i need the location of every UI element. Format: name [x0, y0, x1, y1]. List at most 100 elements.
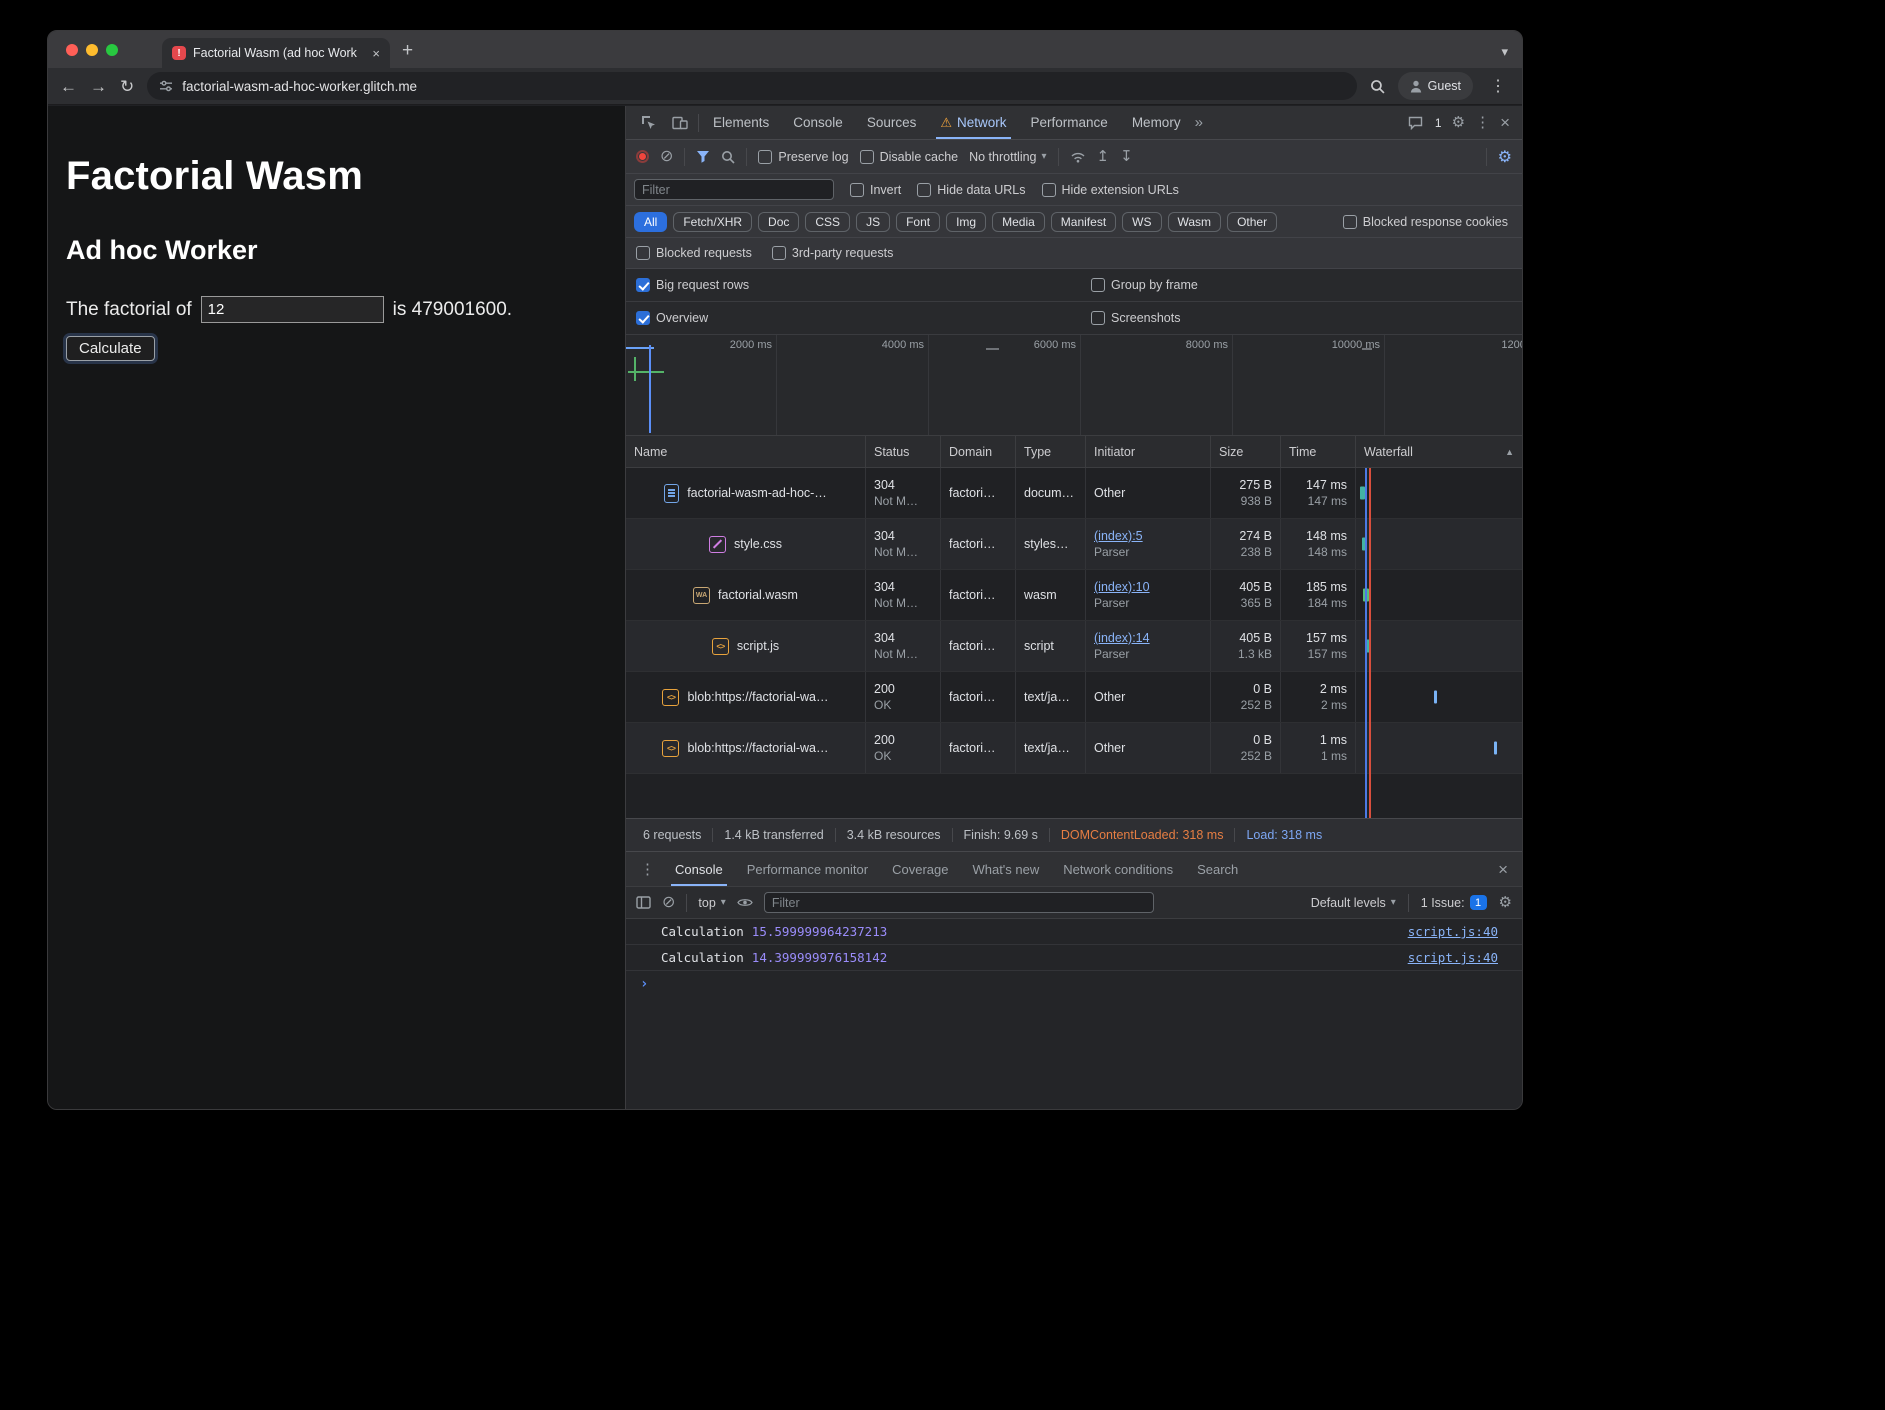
record-button[interactable]	[636, 150, 649, 163]
filter-chip[interactable]: CSS	[805, 212, 850, 232]
url-text[interactable]: factorial-wasm-ad-hoc-worker.glitch.me	[182, 79, 417, 94]
log-levels-dropdown[interactable]: Default levels ▾	[1311, 896, 1396, 910]
column-header-waterfall[interactable]: Waterfall ▲	[1356, 436, 1522, 467]
blocked-response-cookies-checkbox[interactable]: Blocked response cookies	[1343, 215, 1514, 229]
drawer-close-icon[interactable]: ×	[1498, 861, 1516, 878]
browser-menu-icon[interactable]: ⋮	[1486, 76, 1510, 96]
clear-console-icon[interactable]: ⊘	[662, 895, 675, 911]
initiator-link[interactable]: (index):14	[1094, 631, 1202, 645]
network-filter-input[interactable]	[634, 179, 834, 200]
factorial-input[interactable]	[201, 296, 384, 323]
column-header-time[interactable]: Time	[1281, 436, 1356, 467]
console-sidebar-icon[interactable]	[636, 896, 651, 909]
filter-chip[interactable]: Manifest	[1051, 212, 1116, 232]
inspect-element-icon[interactable]	[634, 110, 662, 136]
zoom-icon[interactable]	[1370, 79, 1385, 94]
drawer-menu-icon[interactable]: ⋮	[632, 862, 663, 877]
table-row[interactable]: factorial-wasm-ad-hoc-… 304 Not M… facto…	[626, 468, 1522, 519]
column-header-type[interactable]: Type	[1016, 436, 1086, 467]
network-conditions-icon[interactable]	[1070, 151, 1086, 163]
filter-chip[interactable]: Doc	[758, 212, 799, 232]
search-icon[interactable]	[721, 150, 735, 164]
screenshots-checkbox[interactable]: Screenshots	[1091, 311, 1180, 325]
table-row[interactable]: blob:https://factorial-wa… 200 OK factor…	[626, 672, 1522, 723]
console-filter-input[interactable]	[764, 892, 1154, 913]
filter-chip[interactable]: JS	[856, 212, 890, 232]
invert-checkbox[interactable]: Invert	[850, 183, 901, 197]
clear-network-log-icon[interactable]: ⊘	[660, 149, 673, 165]
browser-tab[interactable]: ! Factorial Wasm (ad hoc Work ×	[162, 38, 390, 68]
filter-chip[interactable]: Fetch/XHR	[673, 212, 752, 232]
table-row[interactable]: factorial.wasm 304 Not M… factori… wasm …	[626, 570, 1522, 621]
tab-performance[interactable]: Performance	[1021, 106, 1118, 139]
more-tabs-icon[interactable]: »	[1195, 115, 1203, 130]
forward-button[interactable]: →	[90, 78, 107, 95]
eye-icon[interactable]	[737, 897, 753, 908]
tab-search-chevron-icon[interactable]: ▾	[1501, 44, 1508, 60]
filter-chip[interactable]: Wasm	[1168, 212, 1222, 232]
initiator-link[interactable]: (index):5	[1094, 529, 1202, 543]
column-header-initiator[interactable]: Initiator	[1086, 436, 1211, 467]
devtools-menu-icon[interactable]: ⋮	[1475, 115, 1490, 130]
console-message[interactable]: Calculation 15.599999964237213 script.js…	[626, 919, 1522, 945]
site-settings-icon[interactable]	[159, 80, 173, 92]
drawer-tab[interactable]: Performance monitor	[735, 852, 880, 886]
reload-button[interactable]: ↻	[120, 78, 134, 95]
back-button[interactable]: ←	[60, 78, 77, 95]
hide-extension-urls-checkbox[interactable]: Hide extension URLs	[1042, 183, 1179, 197]
device-toolbar-icon[interactable]	[666, 110, 694, 136]
throttling-dropdown[interactable]: No throttling ▾	[969, 150, 1046, 164]
blocked-requests-checkbox[interactable]: Blocked requests	[636, 246, 752, 260]
column-header-status[interactable]: Status	[866, 436, 941, 467]
console-settings-icon[interactable]: ⚙	[1499, 895, 1512, 910]
tab-memory[interactable]: Memory	[1122, 106, 1191, 139]
disable-cache-checkbox[interactable]: Disable cache	[860, 150, 959, 164]
network-settings-icon[interactable]: ⚙	[1498, 147, 1512, 167]
tab-network[interactable]: ⚠ Network	[930, 106, 1016, 139]
initiator-link[interactable]: (index):10	[1094, 580, 1202, 594]
devtools-close-icon[interactable]: ×	[1500, 114, 1510, 131]
filter-chip[interactable]: All	[634, 212, 667, 232]
network-overview-timeline[interactable]: 2000 ms 4000 ms 6000 ms 8000 ms 10000 ms…	[626, 335, 1522, 436]
table-row[interactable]: script.js 304 Not M… factori… script (in…	[626, 621, 1522, 672]
console-message[interactable]: Calculation 14.399999976158142 script.js…	[626, 945, 1522, 971]
guest-profile-badge[interactable]: Guest	[1398, 72, 1473, 100]
hide-data-urls-checkbox[interactable]: Hide data URLs	[917, 183, 1025, 197]
filter-chip[interactable]: WS	[1122, 212, 1161, 232]
filter-chip[interactable]: Other	[1227, 212, 1277, 232]
drawer-tab[interactable]: Console	[663, 852, 735, 886]
third-party-requests-checkbox[interactable]: 3rd-party requests	[772, 246, 893, 260]
message-source-link[interactable]: script.js:40	[1408, 924, 1498, 939]
devtools-settings-icon[interactable]: ⚙	[1452, 115, 1465, 130]
column-header-domain[interactable]: Domain	[941, 436, 1016, 467]
import-har-icon[interactable]: ↥	[1097, 149, 1110, 164]
column-header-name[interactable]: Name	[626, 436, 866, 467]
overview-checkbox[interactable]: Overview	[636, 311, 708, 325]
tab-console[interactable]: Console	[783, 106, 853, 139]
table-row[interactable]: blob:https://factorial-wa… 200 OK factor…	[626, 723, 1522, 774]
issues-counter[interactable]: 1 Issue: 1	[1421, 895, 1487, 910]
column-header-size[interactable]: Size	[1211, 436, 1281, 467]
filter-chip[interactable]: Media	[992, 212, 1045, 232]
filter-funnel-icon[interactable]	[696, 150, 710, 163]
calculate-button[interactable]: Calculate	[66, 336, 155, 361]
close-window-button[interactable]	[66, 44, 78, 56]
address-bar[interactable]: factorial-wasm-ad-hoc-worker.glitch.me	[147, 72, 1356, 100]
filter-chip[interactable]: Font	[896, 212, 940, 232]
maximize-window-button[interactable]	[106, 44, 118, 56]
export-har-icon[interactable]: ↧	[1120, 149, 1133, 164]
minimize-window-button[interactable]	[86, 44, 98, 56]
message-source-link[interactable]: script.js:40	[1408, 950, 1498, 965]
issues-bubble-icon[interactable]	[1402, 110, 1430, 136]
new-tab-button[interactable]: +	[390, 40, 425, 68]
drawer-tab[interactable]: What's new	[960, 852, 1051, 886]
filter-chip[interactable]: Img	[946, 212, 986, 232]
big-request-rows-checkbox[interactable]: Big request rows	[636, 278, 749, 292]
tab-elements[interactable]: Elements	[703, 106, 779, 139]
tab-close-icon[interactable]: ×	[370, 46, 382, 61]
console-prompt[interactable]: ›	[626, 971, 1522, 997]
tab-sources[interactable]: Sources	[857, 106, 927, 139]
drawer-tab[interactable]: Network conditions	[1051, 852, 1185, 886]
preserve-log-checkbox[interactable]: Preserve log	[758, 150, 848, 164]
context-selector[interactable]: top ▾	[698, 896, 725, 910]
